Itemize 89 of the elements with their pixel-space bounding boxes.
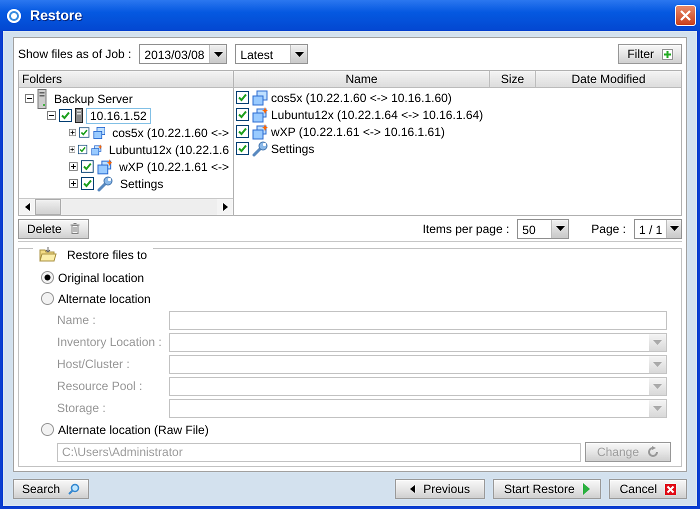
checkbox[interactable] — [80, 160, 94, 173]
windows-icon — [252, 90, 268, 106]
field-label: Inventory Location : — [57, 334, 163, 351]
scroll-thumb[interactable] — [35, 199, 61, 215]
expand-icon[interactable] — [69, 162, 78, 171]
checkbox[interactable] — [236, 142, 249, 155]
caret-icon[interactable] — [294, 52, 304, 56]
tree-item[interactable]: wXP (10.22.1.61 <-> — [115, 158, 233, 174]
expand-icon[interactable] — [69, 128, 76, 137]
caret-icon[interactable] — [214, 52, 223, 56]
dropdown-field[interactable] — [169, 376, 667, 396]
computer-tower-icon — [75, 108, 83, 123]
wrench-icon — [252, 140, 268, 156]
page-dropdown[interactable]: 1 / 1 — [634, 218, 682, 238]
tree-item[interactable]: 10.16.1.52 — [86, 108, 151, 124]
windows-icon — [92, 124, 106, 140]
text-field[interactable] — [169, 310, 667, 330]
checkbox[interactable] — [236, 125, 249, 138]
server-icon — [37, 88, 47, 108]
windows-star-icon — [96, 158, 112, 174]
checkbox[interactable] — [236, 91, 249, 104]
file-name[interactable]: wXP (10.22.1.61 <-> 10.16.1.61) — [271, 122, 445, 140]
radio-button[interactable] — [41, 292, 54, 305]
close-icon[interactable] — [680, 10, 691, 21]
close-button[interactable] — [675, 5, 696, 26]
refresh-icon — [647, 446, 660, 458]
items-per-page-label: Items per page : — [422, 220, 510, 238]
file-name[interactable]: cos5x (10.22.1.60 <-> 10.16.1.60) — [271, 88, 452, 106]
windows-star-icon — [252, 106, 268, 122]
play-icon — [582, 483, 590, 495]
caret-icon[interactable] — [556, 226, 565, 231]
field-label: Storage : — [57, 400, 107, 417]
dropdown-field[interactable] — [169, 398, 667, 418]
plus-icon — [662, 48, 673, 60]
version-dropdown[interactable]: Latest — [235, 44, 308, 64]
date-dropdown[interactable]: 2013/03/08 — [139, 44, 228, 64]
cancel-button[interactable]: Cancel — [608, 479, 687, 499]
column-header[interactable]: Size — [489, 71, 535, 88]
radio-button[interactable] — [41, 271, 54, 284]
wrench-icon — [97, 176, 113, 192]
search-button[interactable]: Search — [13, 479, 90, 499]
column-header[interactable]: Date Modified — [535, 71, 681, 88]
checkbox[interactable] — [79, 126, 90, 139]
previous-button[interactable]: Previous — [395, 479, 485, 499]
folder-icon — [39, 247, 57, 262]
windows-star-icon — [252, 124, 268, 140]
trash-icon — [70, 223, 80, 234]
file-name[interactable]: Settings — [271, 140, 314, 158]
dropdown-field[interactable] — [169, 354, 667, 374]
windows-star-icon — [90, 142, 102, 158]
field-label: Name : — [57, 312, 97, 329]
collapse-icon[interactable] — [25, 94, 34, 103]
field-label: Resource Pool : — [57, 378, 144, 395]
delete-button[interactable]: Delete — [18, 218, 89, 238]
left-triangle-icon — [410, 485, 416, 493]
radio-button[interactable] — [41, 423, 54, 436]
checkbox[interactable] — [78, 143, 88, 156]
job-label: Show files as of Job : — [18, 46, 132, 63]
column-header[interactable]: Name — [234, 71, 489, 88]
column-header: Folders — [19, 71, 233, 88]
radio-label[interactable]: Original location — [58, 268, 144, 286]
radio-label[interactable]: Alternate location (Raw File) — [58, 420, 209, 438]
tree-item[interactable]: Settings — [116, 176, 168, 192]
horizontal-scrollbar[interactable] — [19, 198, 233, 215]
dropdown-field[interactable] — [169, 332, 667, 352]
right-arrow-icon[interactable] — [222, 203, 228, 211]
collapse-icon[interactable] — [47, 111, 56, 120]
window-title: Restore — [30, 6, 82, 25]
search-icon — [68, 483, 80, 495]
tree-item[interactable]: cos5x (10.22.1.60 <-> — [108, 124, 233, 140]
expand-icon[interactable] — [69, 179, 78, 188]
tree-item[interactable]: Lubuntu12x (10.22.1.6 — [104, 142, 233, 158]
expand-icon[interactable] — [69, 145, 76, 154]
radio-label[interactable]: Alternate location — [58, 290, 151, 308]
checkbox[interactable] — [236, 108, 249, 121]
items-per-page-dropdown[interactable]: 50 — [517, 218, 570, 238]
field-label: Host/Cluster : — [57, 356, 131, 373]
filter-button[interactable]: Filter — [618, 44, 682, 64]
close-icon — [665, 484, 676, 494]
start-restore-button[interactable]: Start Restore — [492, 479, 601, 499]
checkbox[interactable] — [59, 109, 72, 122]
app-icon — [6, 8, 22, 24]
file-name[interactable]: Lubuntu12x (10.22.1.64 <-> 10.16.1.64) — [271, 106, 484, 124]
tree-item[interactable]: Backup Server — [50, 90, 137, 106]
caret-icon[interactable] — [670, 226, 679, 231]
group-title: Restore files to — [67, 246, 148, 264]
checkbox[interactable] — [81, 177, 94, 190]
left-arrow-icon[interactable] — [24, 203, 30, 211]
page-label: Page : — [591, 220, 626, 238]
